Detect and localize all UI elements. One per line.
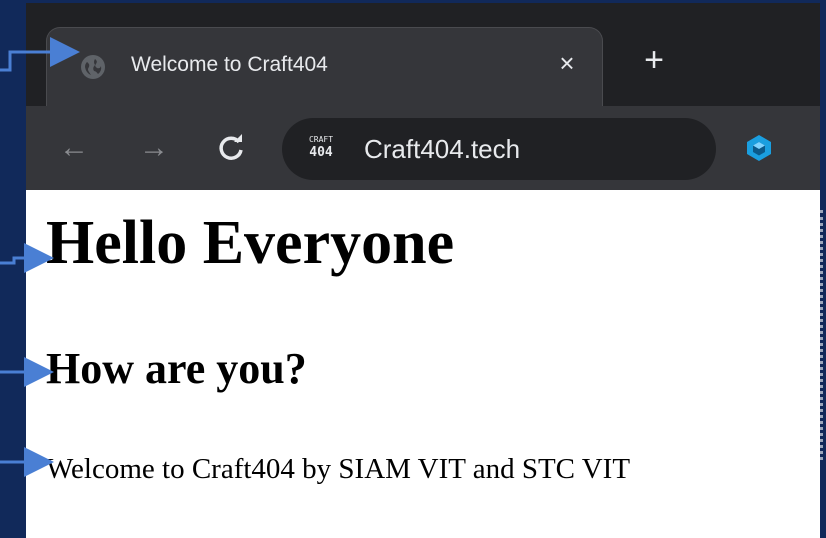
heading-hello-everyone: Hello Everyone	[46, 209, 455, 277]
browser-window: Welcome to Craft404 × + ← → CRAFT 404 Cr…	[26, 3, 820, 538]
dotted-divider	[820, 210, 826, 460]
new-tab-button[interactable]: +	[638, 43, 670, 77]
welcome-paragraph: Welcome to Craft404 by SIAM VIT and STC …	[46, 453, 631, 485]
back-arrow-icon[interactable]: ←	[54, 128, 94, 168]
tab-title: Welcome to Craft404	[131, 53, 328, 76]
site-logo-icon: CRAFT 404	[308, 135, 334, 160]
heading-how-are-you: How are you?	[46, 344, 307, 393]
reload-icon[interactable]	[212, 128, 252, 168]
forward-arrow-icon[interactable]: →	[134, 128, 174, 168]
browser-toolbar: ← → CRAFT 404 Craft404.tech	[26, 106, 820, 190]
address-bar[interactable]: CRAFT 404 Craft404.tech	[282, 118, 716, 180]
tab-welcome[interactable]: Welcome to Craft404 ×	[46, 27, 603, 107]
url-text: Craft404.tech	[364, 134, 521, 164]
globe-icon	[81, 55, 105, 79]
page-content: Hello Everyone How are you? Welcome to C…	[26, 190, 820, 538]
hexagon-extension-icon[interactable]	[744, 133, 774, 163]
close-icon[interactable]: ×	[553, 48, 581, 78]
tab-strip: Welcome to Craft404 × +	[26, 3, 820, 107]
